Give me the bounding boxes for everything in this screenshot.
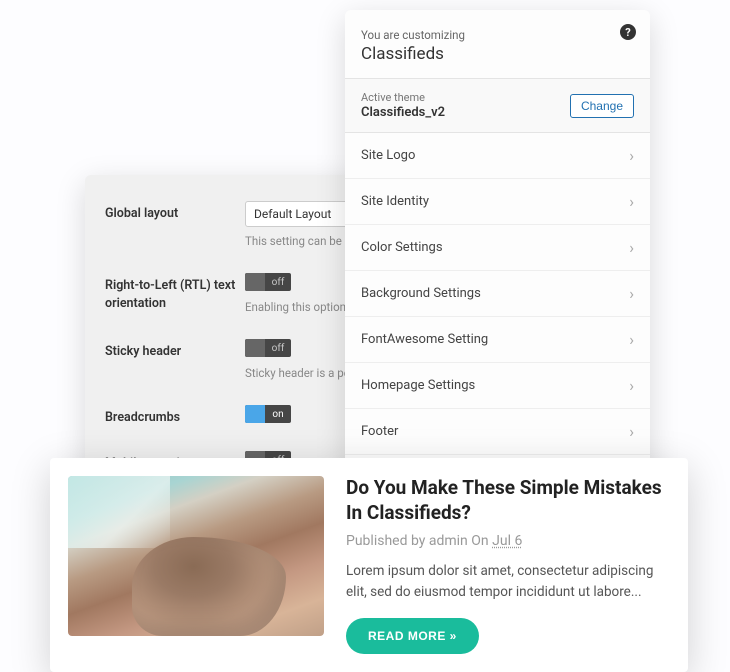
chevron-right-icon: › <box>629 376 634 395</box>
toggle-text: off <box>265 343 291 354</box>
toggle-switch[interactable]: off <box>245 273 291 291</box>
customizer-menu-item[interactable]: Site Logo › <box>345 133 650 179</box>
read-more-button[interactable]: READ MORE » <box>346 618 479 654</box>
chevron-right-icon: › <box>629 146 634 165</box>
blog-body: Do You Make These Simple Mistakes In Cla… <box>346 476 670 654</box>
settings-row-label: Sticky header <box>105 339 245 361</box>
active-theme-label: Active theme <box>361 91 445 104</box>
toggle-switch[interactable]: off <box>245 339 291 357</box>
toggle-knob <box>245 405 265 423</box>
blog-date[interactable]: Jul 6 <box>492 533 522 549</box>
blog-card: Do You Make These Simple Mistakes In Cla… <box>50 458 688 672</box>
blog-meta: Published by admin On Jul 6 <box>346 533 670 549</box>
chevron-right-icon: › <box>629 422 634 441</box>
customizer-subtitle: You are customizing <box>361 28 634 42</box>
customizer-item-label: Background Settings <box>361 286 481 301</box>
chevron-right-icon: › <box>629 238 634 257</box>
toggle-text: off <box>265 277 291 288</box>
customizer-menu-item[interactable]: Background Settings › <box>345 271 650 317</box>
customizer-item-label: Site Logo <box>361 148 415 163</box>
customizer-menu-item[interactable]: Footer › <box>345 409 650 455</box>
published-by-label: Published by <box>346 533 425 549</box>
customizer-menu-item[interactable]: Homepage Settings › <box>345 363 650 409</box>
help-icon[interactable]: ? <box>620 24 636 40</box>
active-theme-row: Active theme Classifieds_v2 Change <box>345 79 650 133</box>
change-theme-button[interactable]: Change <box>570 94 634 118</box>
settings-row-label: Breadcrumbs <box>105 405 245 427</box>
toggle-knob <box>245 273 265 291</box>
customizer-item-label: Site Identity <box>361 194 429 209</box>
customizer-menu-item[interactable]: Site Identity › <box>345 179 650 225</box>
chevron-right-icon: › <box>629 284 634 303</box>
toggle-text: on <box>265 409 291 420</box>
toggle-knob <box>245 339 265 357</box>
chevron-right-icon: › <box>629 192 634 211</box>
customizer-title: Classifieds <box>361 44 634 64</box>
customizer-item-label: Color Settings <box>361 240 443 255</box>
customizer-header: You are customizing Classifieds ? <box>345 10 650 79</box>
toggle-switch[interactable]: on <box>245 405 291 423</box>
blog-author[interactable]: admin <box>429 533 468 549</box>
on-label: On <box>471 533 488 549</box>
blog-excerpt: Lorem ipsum dolor sit amet, consectetur … <box>346 561 670 602</box>
chevron-right-icon: › <box>629 330 634 349</box>
settings-row-label: Right-to-Left (RTL) text orientation <box>105 273 245 312</box>
customizer-item-label: Footer <box>361 424 398 439</box>
blog-featured-image <box>68 476 324 636</box>
settings-row-label: Global layout <box>105 201 245 223</box>
blog-title: Do You Make These Simple Mistakes In Cla… <box>346 476 670 525</box>
active-theme-name: Classifieds_v2 <box>361 105 445 120</box>
customizer-item-label: FontAwesome Setting <box>361 332 488 347</box>
customizer-menu-item[interactable]: FontAwesome Setting › <box>345 317 650 363</box>
customizer-item-label: Homepage Settings <box>361 378 475 393</box>
customizer-menu-item[interactable]: Color Settings › <box>345 225 650 271</box>
